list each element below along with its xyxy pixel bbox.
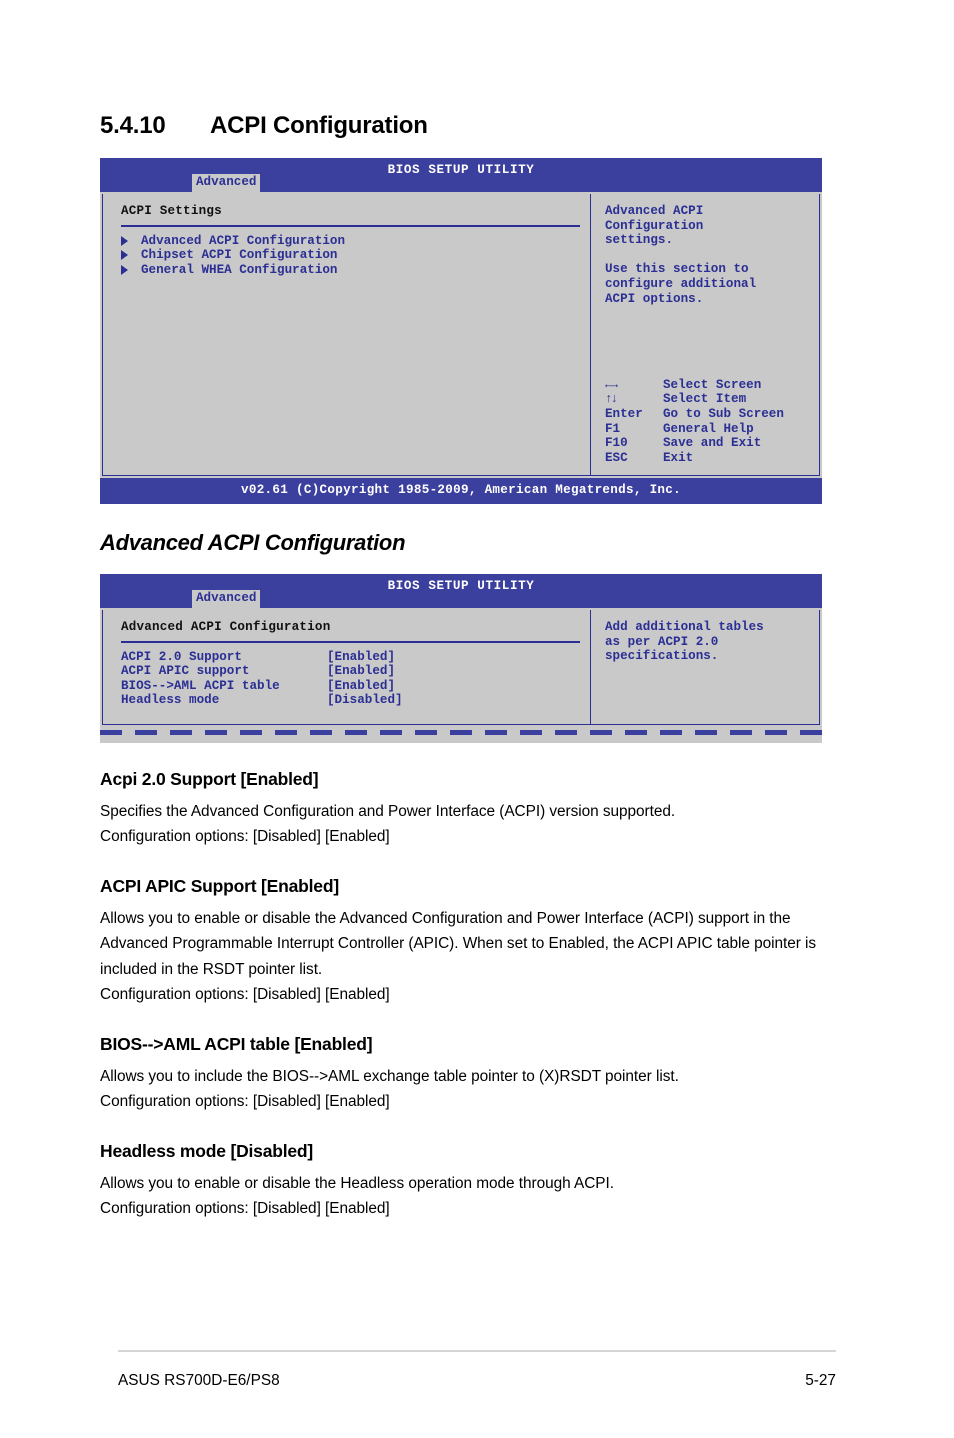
bios-screenshot-acpi-settings: BIOS SETUP UTILITY Advanced ACPI Setting… [100,158,822,504]
bios-title-bar: BIOS SETUP UTILITY Advanced [100,158,822,193]
page-footer: ASUS RS700D-E6/PS8 5-27 [118,1372,836,1390]
option-title: ACPI APIC Support [Enabled] [100,875,339,896]
key-description: Select Screen [663,377,762,392]
option-description: Allows you to enable or disable the Adva… [100,909,817,1004]
setting-label: Headless mode [121,693,220,708]
triangle-right-icon [121,250,128,261]
bios-tab-advanced[interactable]: Advanced [192,589,261,609]
truncated-screenshot-edge [100,726,822,743]
bios-body: ACPI Settings Advanced ACPI Configuratio… [102,194,820,477]
help-text-primary: Add additional tables as per ACPI 2.0 sp… [605,619,764,664]
bios-body: Advanced ACPI Configuration ACPI 2.0 Sup… [102,609,820,725]
bios-screenshot-advanced-acpi-configuration: BIOS SETUP UTILITY Advanced Advanced ACP… [100,573,822,743]
option-acpi-2-0-support: Acpi 2.0 Support [Enabled] Specifies the… [100,769,854,850]
key-esc: ESC [605,450,628,465]
help-text-secondary: Use this section to configure additional… [605,262,757,306]
key-legend-row: ↑↓ Select Item [605,392,811,407]
footer-page-number: 5-27 [805,1372,836,1389]
option-title: Headless mode [Disabled] [100,1140,314,1161]
key-f1: F1 [605,421,621,436]
help-text-primary: Advanced ACPI Configuration settings. [605,204,704,248]
option-description: Specifies the Advanced Configuration and… [100,802,676,846]
key-enter: Enter [605,407,643,421]
triangle-right-icon [121,265,128,276]
menu-item-label: Advanced ACPI Configuration [141,233,346,248]
option-title: BIOS-->AML ACPI table [Enabled] [100,1033,373,1054]
option-description: Allows you to include the BIOS-->AML exc… [100,1067,679,1111]
key-description: General Help [663,421,754,436]
key-description: Go to Sub Screen [663,407,784,421]
key-legend: ←→ Select Screen ↑↓ Select Item Enter Go… [605,378,811,466]
section-title: ACPI Configuration [210,112,428,139]
key-description: Exit [663,450,694,465]
key-up-down-arrows: ↑↓ [605,392,618,407]
setting-label: ACPI APIC support [121,664,250,679]
bios-title-bar: BIOS SETUP UTILITY Advanced [100,573,822,609]
key-legend-row: F10 Save and Exit [605,436,811,451]
bios-left-panel: ACPI Settings Advanced ACPI Configuratio… [103,194,591,476]
option-bios-aml-acpi-table: BIOS-->AML ACPI table [Enabled] Allows y… [100,1034,854,1115]
option-title: Acpi 2.0 Support [Enabled] [100,768,319,789]
key-left-right-arrows: ←→ [605,377,618,392]
option-description: Allows you to enable or disable the Head… [100,1174,614,1218]
menu-item-advanced-acpi-configuration[interactable]: Advanced ACPI Configuration [121,234,580,249]
setting-value[interactable]: [Disabled] [327,693,403,708]
subsection-title: Advanced ACPI Configuration [100,529,406,555]
menu-item-label: General WHEA Configuration [141,262,338,277]
section-heading: 5.4.10 ACPI Configuration [100,0,854,140]
triangle-right-icon [121,235,128,246]
setting-label: BIOS-->AML ACPI table [121,678,280,693]
footer-divider [118,1350,836,1352]
bios-help-panel: Add additional tables as per ACPI 2.0 sp… [591,610,819,724]
key-legend-row: Enter Go to Sub Screen [605,407,811,422]
document-page: 5.4.10 ACPI Configuration BIOS SETUP UTI… [0,0,954,1438]
key-legend-row: ESC Exit [605,451,811,466]
bios-copyright-footer: v02.61 (C)Copyright 1985-2009, American … [100,478,822,504]
option-acpi-apic-support: ACPI APIC Support [Enabled] Allows you t… [100,876,854,1008]
bios-left-panel: Advanced ACPI Configuration ACPI 2.0 Sup… [103,609,591,724]
setting-value[interactable]: [Enabled] [327,679,395,694]
panel-heading: Advanced ACPI Configuration [121,619,331,634]
panel-divider [121,224,580,227]
key-description: Save and Exit [663,436,762,451]
key-legend-row: ←→ Select Screen [605,378,811,393]
key-description: Select Item [663,392,747,407]
bios-tab-advanced[interactable]: Advanced [192,174,261,193]
panel-divider [121,640,580,643]
panel-heading: ACPI Settings [121,204,222,218]
option-headless-mode: Headless mode [Disabled] Allows you to e… [100,1141,854,1222]
menu-item-general-whea-configuration[interactable]: General WHEA Configuration [121,263,580,278]
setting-value[interactable]: [Enabled] [327,650,395,665]
key-f10: F10 [605,436,628,451]
setting-row-acpi-2-0-support[interactable]: ACPI 2.0 Support [Enabled] [121,650,580,665]
key-legend-row: F1 General Help [605,422,811,437]
bios-help-panel: Advanced ACPI Configuration settings. Us… [591,194,819,475]
section-number: 5.4.10 [100,112,166,139]
help-spacer [605,248,811,263]
setting-label: ACPI 2.0 Support [121,649,242,664]
setting-row-acpi-apic-support[interactable]: ACPI APIC support [Enabled] [121,664,580,679]
setting-row-bios-aml-acpi-table[interactable]: BIOS-->AML ACPI table [Enabled] [121,679,580,694]
menu-item-label: Chipset ACPI Configuration [141,248,338,263]
menu-item-chipset-acpi-configuration[interactable]: Chipset ACPI Configuration [121,248,580,263]
footer-product-name: ASUS RS700D-E6/PS8 [118,1372,280,1389]
setting-value[interactable]: [Enabled] [327,664,395,679]
setting-row-headless-mode[interactable]: Headless mode [Disabled] [121,693,580,708]
